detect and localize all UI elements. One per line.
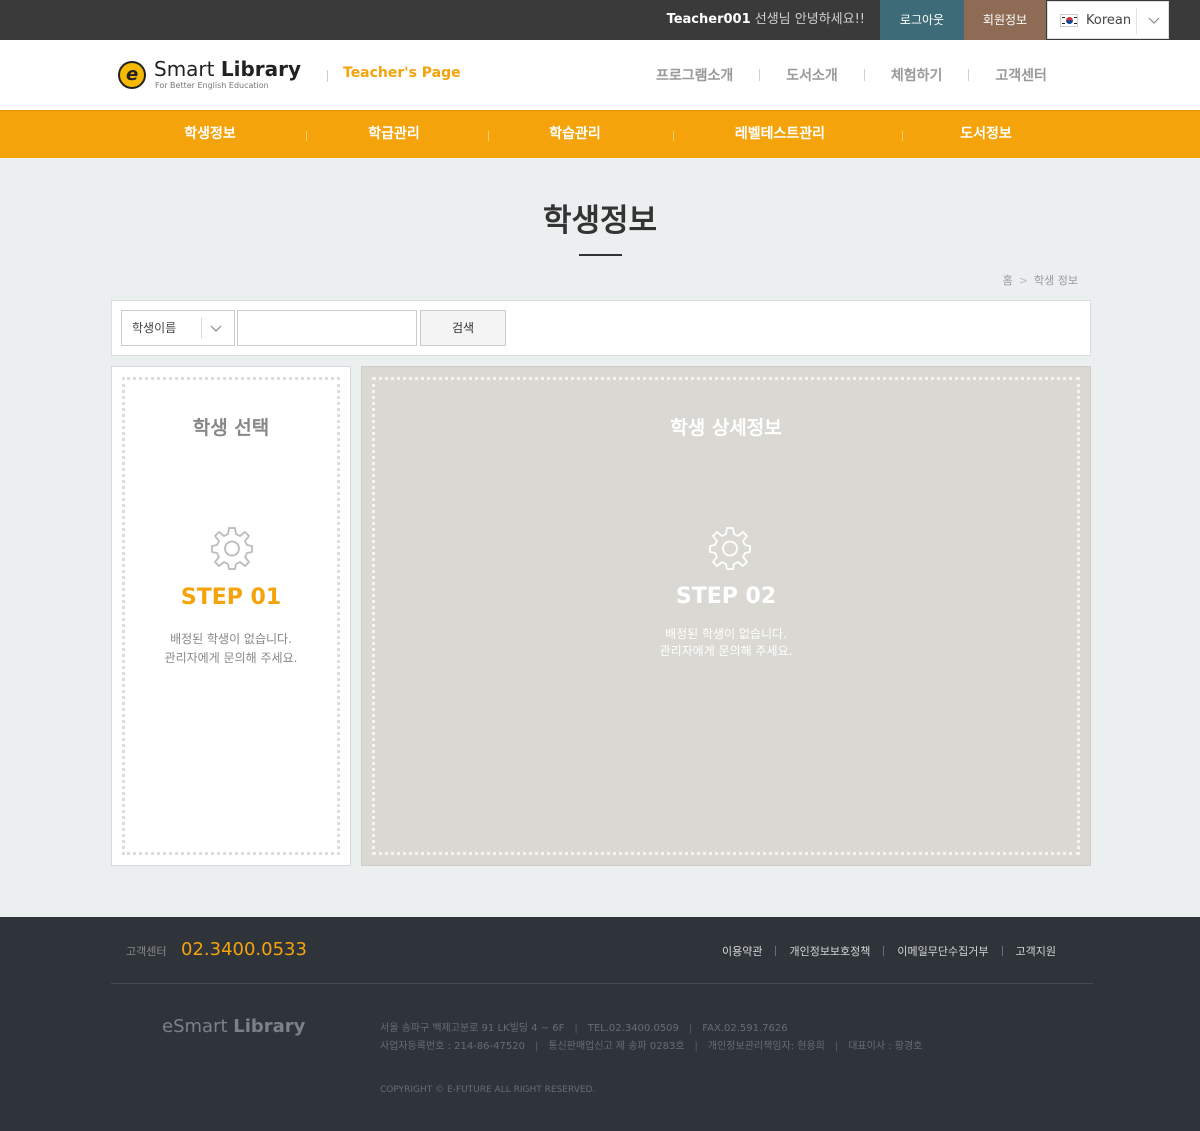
chevron-down-icon bbox=[1148, 17, 1160, 24]
logo-mark-icon: e bbox=[118, 61, 146, 89]
nav-student-info[interactable]: 학생정보 bbox=[150, 111, 270, 159]
greeting: Teacher001 선생님 안녕하세요!! bbox=[667, 0, 865, 40]
top-bar: Teacher001 선생님 안녕하세요!! 로그아웃 회원정보 Korean bbox=[0, 0, 1200, 40]
footer-links: 이용약관 개인정보보호정책 이메일무단수집거부 고객지원 bbox=[709, 943, 1056, 959]
nav-study-manage[interactable]: 학습관리 bbox=[515, 111, 635, 159]
main-nav: 학생정보 학급관리 학습관리 레벨테스트관리 도서정보 bbox=[0, 110, 1200, 158]
footer: 고객센터 02.3400.0533 이용약관 개인정보보호정책 이메일무단수집거… bbox=[0, 917, 1200, 1131]
logo-tagline: For Better English Education bbox=[155, 81, 269, 90]
greeting-text: 선생님 안녕하세요!! bbox=[750, 12, 865, 27]
search-button[interactable]: 검색 bbox=[420, 310, 506, 346]
language-label: Korean bbox=[1086, 13, 1132, 28]
footer-link-support[interactable]: 고객지원 bbox=[1003, 943, 1056, 959]
gnb-customer-center[interactable]: 고객센터 bbox=[969, 65, 1073, 85]
korea-flag-icon bbox=[1060, 14, 1078, 27]
page-title: 학생정보 bbox=[542, 203, 658, 239]
section-label[interactable]: Teacher's Page bbox=[343, 65, 461, 81]
title-underline bbox=[579, 254, 622, 256]
gnb-book-intro[interactable]: 도서소개 bbox=[760, 65, 864, 85]
student-select-panel: 학생 선택 STEP 01 배정된 학생이 없습니다. 관리자에게 문의해 주세… bbox=[111, 366, 351, 866]
header: e Smart Library For Better English Educa… bbox=[0, 40, 1200, 110]
search-input[interactable] bbox=[237, 310, 417, 346]
gnb-program-intro[interactable]: 프로그램소개 bbox=[630, 65, 759, 85]
footer-link-email-refusal[interactable]: 이메일무단수집거부 bbox=[884, 943, 1001, 959]
copyright: COPYRIGHT © E-FUTURE ALL RIGHT RESERVED. bbox=[380, 1085, 596, 1095]
language-select[interactable]: Korean bbox=[1047, 1, 1169, 39]
search-type-label: 학생이름 bbox=[132, 321, 177, 335]
chevron-down-icon bbox=[210, 325, 222, 332]
gear-icon bbox=[709, 527, 751, 570]
step-label: STEP 01 bbox=[180, 585, 282, 610]
footer-logo: eSmart Library bbox=[162, 1016, 306, 1037]
logo-text: Smart Library bbox=[154, 57, 302, 81]
gear-icon bbox=[211, 527, 253, 570]
member-info-button[interactable]: 회원정보 bbox=[964, 0, 1046, 40]
student-detail-panel: 학생 상세정보 STEP 02 배정된 학생이 없습니다. 관리자에게 문의해 … bbox=[361, 366, 1091, 866]
gnb-experience[interactable]: 체험하기 bbox=[865, 65, 969, 85]
step-label: STEP 02 bbox=[675, 584, 777, 609]
logout-button[interactable]: 로그아웃 bbox=[880, 0, 964, 40]
nav-class-manage[interactable]: 학급관리 bbox=[334, 111, 454, 159]
footer-link-privacy[interactable]: 개인정보보호정책 bbox=[776, 943, 883, 959]
nav-level-test-manage[interactable]: 레벨테스트관리 bbox=[710, 111, 850, 159]
customer-center-phone: 02.3400.0533 bbox=[181, 939, 307, 960]
nav-book-info[interactable]: 도서정보 bbox=[926, 111, 1046, 159]
breadcrumb-arrow-icon: > bbox=[1018, 274, 1029, 287]
panel-title: 학생 선택 bbox=[192, 417, 270, 439]
company-address: 서울 송파구 백제고분로 91 LK빌딩 4 ~ 6F | TEL.02.3400.… bbox=[380, 1023, 788, 1034]
breadcrumb-current: 학생 정보 bbox=[1034, 274, 1078, 287]
empty-message: 배정된 학생이 없습니다. 관리자에게 문의해 주세요. bbox=[164, 632, 298, 665]
empty-message: 배정된 학생이 없습니다. 관리자에게 문의해 주세요. bbox=[659, 627, 793, 658]
breadcrumb: 홈 > 학생 정보 bbox=[1003, 272, 1078, 288]
panel-title: 학생 상세정보 bbox=[670, 417, 782, 439]
search-type-select[interactable]: 학생이름 bbox=[121, 310, 235, 346]
footer-link-terms[interactable]: 이용약관 bbox=[709, 943, 775, 959]
user-id: Teacher001 bbox=[666, 12, 751, 27]
search-bar: 학생이름 검색 bbox=[111, 300, 1091, 356]
site-logo[interactable]: e Smart Library For Better English Educa… bbox=[118, 57, 303, 94]
global-nav: 프로그램소개 도서소개 체험하기 고객센터 bbox=[630, 40, 1073, 110]
company-registration: 사업자등록번호 : 214-86-47520 | 통신판매업신고 제 송파 0283… bbox=[380, 1041, 923, 1052]
breadcrumb-home[interactable]: 홈 bbox=[1003, 274, 1013, 287]
customer-center-label: 고객센터 bbox=[126, 945, 167, 958]
